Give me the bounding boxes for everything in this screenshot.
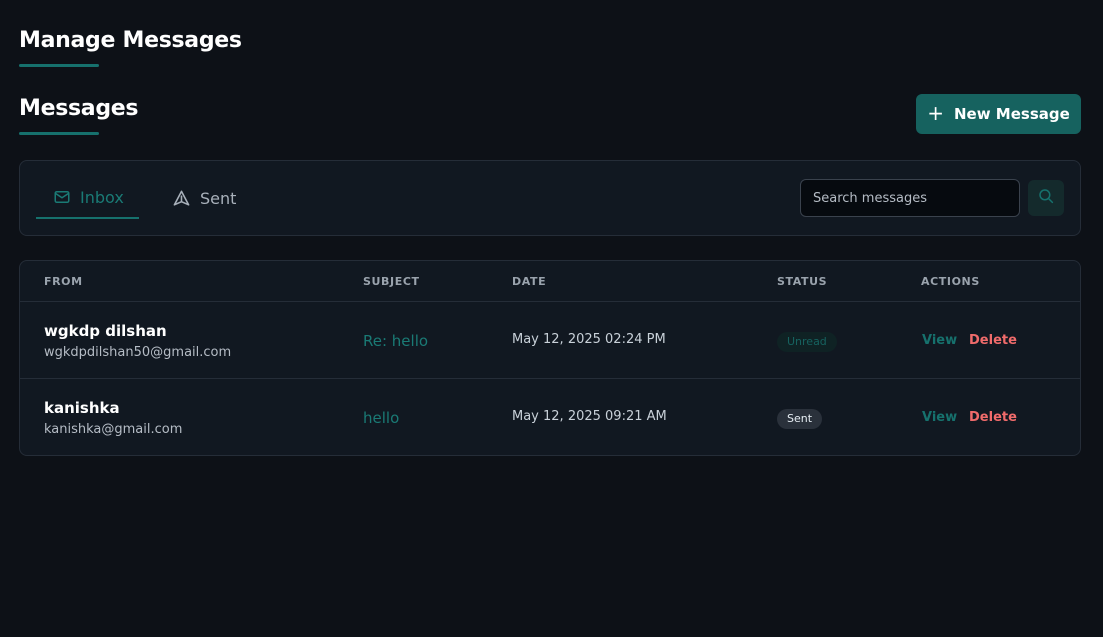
messages-page: Manage Messages Messages + New Message I… (0, 0, 1103, 637)
delete-button[interactable]: Delete (969, 333, 1017, 348)
new-message-button[interactable]: + New Message (916, 94, 1081, 134)
column-header-date: DATE (512, 275, 547, 288)
delete-button[interactable]: Delete (969, 410, 1017, 425)
search-input[interactable] (800, 179, 1020, 217)
tab-inbox[interactable]: Inbox (36, 177, 139, 219)
section-title: Messages (19, 96, 139, 121)
column-header-actions: ACTIONS (921, 275, 980, 288)
sender-email: kanishka@gmail.com (44, 422, 183, 437)
tab-sent-label: Sent (200, 188, 237, 208)
plus-icon: + (927, 101, 944, 125)
column-header-from: FROM (44, 275, 83, 288)
messages-table: FROM SUBJECT DATE STATUS ACTIONS wgkdp d… (19, 260, 1081, 456)
message-subject[interactable]: Re: hello (363, 332, 428, 350)
new-message-label: New Message (953, 105, 1070, 123)
mail-icon (53, 188, 71, 206)
column-header-subject: SUBJECT (363, 275, 420, 288)
status-badge: Unread (777, 332, 837, 352)
message-subject[interactable]: hello (363, 409, 399, 427)
message-date: May 12, 2025 02:24 PM (512, 332, 666, 347)
tab-inbox-label: Inbox (80, 187, 124, 207)
view-button[interactable]: View (922, 333, 957, 348)
view-button[interactable]: View (922, 410, 957, 425)
table-row: wgkdp dilshan wgkdpdilshan50@gmail.com R… (20, 302, 1080, 379)
table-row: kanishka kanishka@gmail.com hello May 12… (20, 379, 1080, 455)
sender-email: wgkdpdilshan50@gmail.com (44, 345, 232, 360)
page-title-underline (19, 64, 99, 67)
message-toolbar: Inbox Sent (19, 160, 1081, 236)
send-icon (172, 189, 191, 208)
table-header: FROM SUBJECT DATE STATUS ACTIONS (20, 261, 1080, 302)
section-title-underline (19, 132, 99, 135)
search-button[interactable] (1028, 180, 1064, 216)
sender-name: kanishka (44, 399, 120, 417)
search-icon (1037, 187, 1055, 209)
tab-sent[interactable]: Sent (172, 177, 236, 219)
message-date: May 12, 2025 09:21 AM (512, 409, 667, 424)
column-header-status: STATUS (777, 275, 828, 288)
status-badge: Sent (777, 409, 823, 429)
page-title: Manage Messages (19, 28, 242, 53)
sender-name: wgkdp dilshan (44, 322, 167, 340)
